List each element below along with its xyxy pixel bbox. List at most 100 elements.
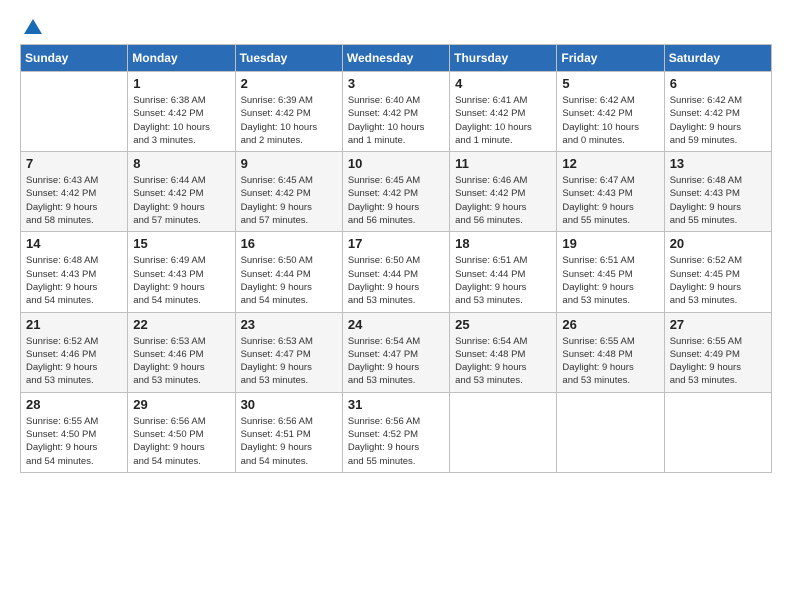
- day-number: 24: [348, 317, 444, 332]
- calendar-cell: 17Sunrise: 6:50 AM Sunset: 4:44 PM Dayli…: [342, 232, 449, 312]
- day-info: Sunrise: 6:51 AM Sunset: 4:45 PM Dayligh…: [562, 254, 658, 307]
- day-number: 9: [241, 156, 337, 171]
- day-info: Sunrise: 6:42 AM Sunset: 4:42 PM Dayligh…: [670, 94, 766, 147]
- day-number: 12: [562, 156, 658, 171]
- day-info: Sunrise: 6:43 AM Sunset: 4:42 PM Dayligh…: [26, 174, 122, 227]
- calendar-cell: 10Sunrise: 6:45 AM Sunset: 4:42 PM Dayli…: [342, 152, 449, 232]
- weekday-header: Thursday: [450, 45, 557, 72]
- day-info: Sunrise: 6:41 AM Sunset: 4:42 PM Dayligh…: [455, 94, 551, 147]
- day-number: 8: [133, 156, 229, 171]
- calendar-cell: 9 Sunrise: 6:45 AM Sunset: 4:42 PM Daylig…: [235, 152, 342, 232]
- calendar-cell: 26Sunrise: 6:55 AM Sunset: 4:48 PM Dayli…: [557, 312, 664, 392]
- weekday-header: Friday: [557, 45, 664, 72]
- calendar-cell: 1 Sunrise: 6:38 AM Sunset: 4:42 PM Daylig…: [128, 72, 235, 152]
- calendar-cell: 7 Sunrise: 6:43 AM Sunset: 4:42 PM Daylig…: [21, 152, 128, 232]
- calendar-week-row: 28 Sunrise: 6:55 AM Sunset: 4:50 PM Dayli…: [21, 392, 772, 472]
- calendar-cell: [450, 392, 557, 472]
- day-info: Sunrise: 6:54 AM Sunset: 4:47 PM Dayligh…: [348, 335, 444, 388]
- day-info: Sunrise: 6:45 AM Sunset: 4:42 PM Dayligh…: [241, 174, 337, 227]
- day-info: Sunrise: 6:56 AM Sunset: 4:50 PM Dayligh…: [133, 415, 229, 468]
- calendar-cell: 6 Sunrise: 6:42 AM Sunset: 4:42 PM Daylig…: [664, 72, 771, 152]
- day-number: 19: [562, 236, 658, 251]
- calendar-cell: [21, 72, 128, 152]
- day-info: Sunrise: 6:50 AM Sunset: 4:44 PM Dayligh…: [241, 254, 337, 307]
- day-number: 11: [455, 156, 551, 171]
- calendar-cell: 23 Sunrise: 6:53 AM Sunset: 4:47 PM Dayli…: [235, 312, 342, 392]
- day-info: Sunrise: 6:53 AM Sunset: 4:47 PM Dayligh…: [241, 335, 337, 388]
- day-number: 30: [241, 397, 337, 412]
- day-info: Sunrise: 6:42 AM Sunset: 4:42 PM Dayligh…: [562, 94, 658, 147]
- day-info: Sunrise: 6:47 AM Sunset: 4:43 PM Dayligh…: [562, 174, 658, 227]
- calendar-cell: 30 Sunrise: 6:56 AM Sunset: 4:51 PM Dayli…: [235, 392, 342, 472]
- day-info: Sunrise: 6:52 AM Sunset: 4:46 PM Dayligh…: [26, 335, 122, 388]
- day-number: 10: [348, 156, 444, 171]
- calendar-cell: 24 Sunrise: 6:54 AM Sunset: 4:47 PM Dayli…: [342, 312, 449, 392]
- calendar-table: SundayMondayTuesdayWednesdayThursdayFrid…: [20, 44, 772, 473]
- calendar-cell: 21 Sunrise: 6:52 AM Sunset: 4:46 PM Dayli…: [21, 312, 128, 392]
- day-info: Sunrise: 6:55 AM Sunset: 4:49 PM Dayligh…: [670, 335, 766, 388]
- day-number: 22: [133, 317, 229, 332]
- calendar-week-row: 21 Sunrise: 6:52 AM Sunset: 4:46 PM Dayli…: [21, 312, 772, 392]
- calendar-cell: [664, 392, 771, 472]
- day-info: Sunrise: 6:48 AM Sunset: 4:43 PM Dayligh…: [670, 174, 766, 227]
- weekday-header: Sunday: [21, 45, 128, 72]
- calendar-cell: 20 Sunrise: 6:52 AM Sunset: 4:45 PM Dayli…: [664, 232, 771, 312]
- day-info: Sunrise: 6:56 AM Sunset: 4:51 PM Dayligh…: [241, 415, 337, 468]
- day-number: 20: [670, 236, 766, 251]
- day-info: Sunrise: 6:46 AM Sunset: 4:42 PM Dayligh…: [455, 174, 551, 227]
- day-info: Sunrise: 6:52 AM Sunset: 4:45 PM Dayligh…: [670, 254, 766, 307]
- day-number: 29: [133, 397, 229, 412]
- day-number: 25: [455, 317, 551, 332]
- calendar-cell: 14 Sunrise: 6:48 AM Sunset: 4:43 PM Dayli…: [21, 232, 128, 312]
- day-number: 5: [562, 76, 658, 91]
- weekday-header: Tuesday: [235, 45, 342, 72]
- day-number: 6: [670, 76, 766, 91]
- day-number: 13: [670, 156, 766, 171]
- day-info: Sunrise: 6:54 AM Sunset: 4:48 PM Dayligh…: [455, 335, 551, 388]
- day-info: Sunrise: 6:39 AM Sunset: 4:42 PM Dayligh…: [241, 94, 337, 147]
- calendar-cell: 29 Sunrise: 6:56 AM Sunset: 4:50 PM Dayli…: [128, 392, 235, 472]
- day-number: 28: [26, 397, 122, 412]
- day-number: 1: [133, 76, 229, 91]
- calendar-cell: 5 Sunrise: 6:42 AM Sunset: 4:42 PM Daylig…: [557, 72, 664, 152]
- calendar-cell: 11 Sunrise: 6:46 AM Sunset: 4:42 PM Dayli…: [450, 152, 557, 232]
- calendar-cell: [557, 392, 664, 472]
- calendar-cell: 16 Sunrise: 6:50 AM Sunset: 4:44 PM Dayli…: [235, 232, 342, 312]
- day-number: 26: [562, 317, 658, 332]
- day-info: Sunrise: 6:51 AM Sunset: 4:44 PM Dayligh…: [455, 254, 551, 307]
- day-number: 15: [133, 236, 229, 251]
- logo: [20, 16, 44, 38]
- logo-icon: [22, 16, 44, 38]
- day-number: 3: [348, 76, 444, 91]
- day-info: Sunrise: 6:48 AM Sunset: 4:43 PM Dayligh…: [26, 254, 122, 307]
- day-number: 16: [241, 236, 337, 251]
- calendar-cell: 4Sunrise: 6:41 AM Sunset: 4:42 PM Daylig…: [450, 72, 557, 152]
- calendar-cell: 2Sunrise: 6:39 AM Sunset: 4:42 PM Daylig…: [235, 72, 342, 152]
- calendar-cell: 18 Sunrise: 6:51 AM Sunset: 4:44 PM Dayli…: [450, 232, 557, 312]
- day-number: 21: [26, 317, 122, 332]
- calendar-cell: 15Sunrise: 6:49 AM Sunset: 4:43 PM Dayli…: [128, 232, 235, 312]
- day-number: 14: [26, 236, 122, 251]
- weekday-header: Wednesday: [342, 45, 449, 72]
- calendar-cell: 25 Sunrise: 6:54 AM Sunset: 4:48 PM Dayli…: [450, 312, 557, 392]
- calendar-cell: 13 Sunrise: 6:48 AM Sunset: 4:43 PM Dayli…: [664, 152, 771, 232]
- day-number: 18: [455, 236, 551, 251]
- header-section: [20, 16, 772, 38]
- day-info: Sunrise: 6:44 AM Sunset: 4:42 PM Dayligh…: [133, 174, 229, 227]
- day-info: Sunrise: 6:38 AM Sunset: 4:42 PM Dayligh…: [133, 94, 229, 147]
- day-number: 27: [670, 317, 766, 332]
- calendar-cell: 8 Sunrise: 6:44 AM Sunset: 4:42 PM Daylig…: [128, 152, 235, 232]
- weekday-header: Monday: [128, 45, 235, 72]
- day-info: Sunrise: 6:40 AM Sunset: 4:42 PM Dayligh…: [348, 94, 444, 147]
- day-number: 7: [26, 156, 122, 171]
- day-info: Sunrise: 6:56 AM Sunset: 4:52 PM Dayligh…: [348, 415, 444, 468]
- day-info: Sunrise: 6:55 AM Sunset: 4:50 PM Dayligh…: [26, 415, 122, 468]
- day-number: 23: [241, 317, 337, 332]
- calendar-week-row: 1 Sunrise: 6:38 AM Sunset: 4:42 PM Daylig…: [21, 72, 772, 152]
- calendar-week-row: 14 Sunrise: 6:48 AM Sunset: 4:43 PM Dayli…: [21, 232, 772, 312]
- day-number: 31: [348, 397, 444, 412]
- page: SundayMondayTuesdayWednesdayThursdayFrid…: [0, 0, 792, 612]
- day-info: Sunrise: 6:53 AM Sunset: 4:46 PM Dayligh…: [133, 335, 229, 388]
- calendar-cell: 22 Sunrise: 6:53 AM Sunset: 4:46 PM Dayli…: [128, 312, 235, 392]
- calendar-cell: 27 Sunrise: 6:55 AM Sunset: 4:49 PM Dayli…: [664, 312, 771, 392]
